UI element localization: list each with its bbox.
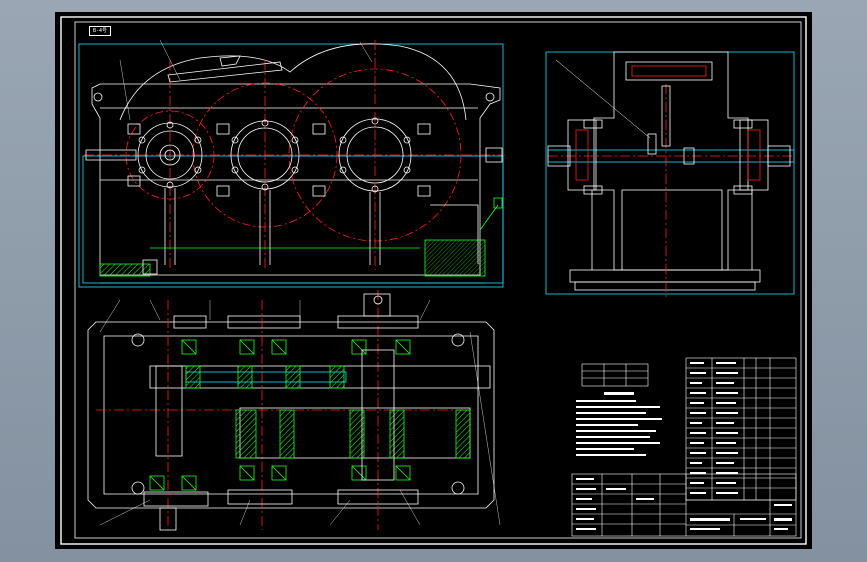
inner-border xyxy=(74,21,802,539)
front-view xyxy=(78,40,505,288)
technical-notes xyxy=(576,363,662,456)
parts-list xyxy=(685,357,797,501)
title-block xyxy=(571,473,797,537)
top-section-view xyxy=(87,39,501,531)
side-view xyxy=(545,51,795,300)
outer-border xyxy=(60,16,807,545)
cad-drawing xyxy=(60,16,807,545)
